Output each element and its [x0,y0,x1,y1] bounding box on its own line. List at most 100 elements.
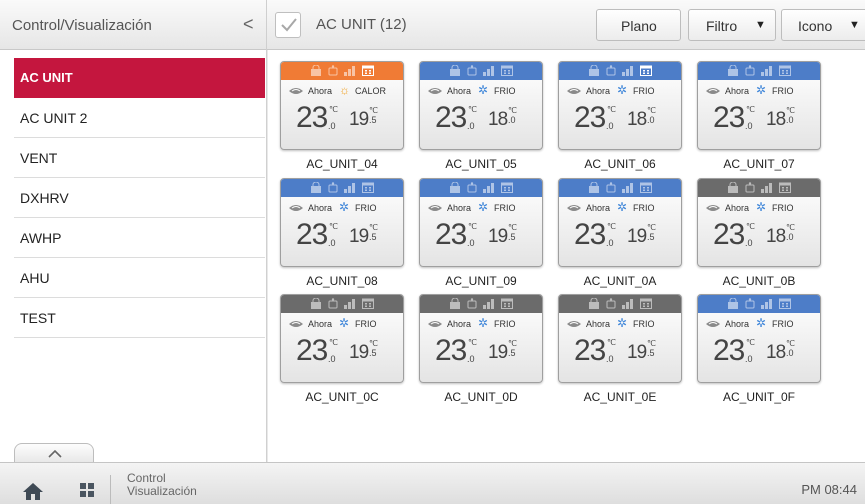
unit-card[interactable]: Ahora ✲ FRIO 23 ℃ .0 18 ℃ .0 [697,294,821,383]
sidebar-item-label: DXHRV [20,190,69,206]
unit-card[interactable]: Ahora ✲ FRIO 23 ℃ .0 18 ℃ .0 [697,61,821,150]
unit-card[interactable]: Ahora ✲ FRIO 23 ℃ .0 19 ℃ .5 [558,294,682,383]
current-temp-unit: ℃ [746,338,755,347]
current-temp: 23 [435,101,467,134]
set-temp-decimal: .5 [369,115,377,125]
current-temp-unit: ℃ [468,222,477,231]
now-label: Ahora [447,203,472,213]
set-temp-unit: ℃ [647,223,656,232]
unit-tile[interactable]: Ahora ✲ FRIO 23 ℃ .0 18 ℃ .0 AC_UNIT_06 [558,61,682,177]
sidebar-item-label: TEST [20,310,56,326]
current-temp-unit: ℃ [746,105,755,114]
set-temp-unit: ℃ [369,106,378,115]
current-temp-unit: ℃ [329,105,338,114]
set-temp-decimal: .5 [508,232,516,242]
set-temp: 18 [766,226,786,247]
mode-label: FRIO [772,86,794,96]
unit-card[interactable]: Ahora ✲ FRIO 23 ℃ .0 19 ℃ .5 [280,178,404,267]
unit-tile[interactable]: Ahora ✲ FRIO 23 ℃ .0 19 ℃ .5 AC_UNIT_0D [419,294,543,410]
signal-icon [761,183,772,193]
unit-card[interactable]: Ahora ✲ FRIO 23 ℃ .0 18 ℃ .0 [419,61,543,150]
robot-icon [606,65,616,76]
robot-icon [745,182,755,193]
collapse-sidebar-icon[interactable]: < [243,14,254,35]
chevron-up-icon [48,450,62,458]
set-temp-unit: ℃ [508,106,517,115]
snowflake-icon: ✲ [339,316,350,330]
current-temp-decimal: .0 [467,354,475,364]
unit-tile[interactable]: Ahora ✲ FRIO 23 ℃ .0 18 ℃ .0 AC_UNIT_0F [697,294,821,410]
signal-icon [622,299,633,309]
grid-icon[interactable] [80,483,94,497]
clock: PM 08:44 [801,482,857,497]
current-temp-decimal: .0 [328,354,336,364]
unit-tile[interactable]: Ahora ✲ FRIO 23 ℃ .0 19 ℃ .5 AC_UNIT_0C [280,294,404,410]
sidebar-collapse-tab[interactable] [14,443,94,463]
unit-tile[interactable]: Ahora ☼ CALOR 23 ℃ .0 19 ℃ .5 AC_UNIT_04 [280,61,404,177]
current-temp-decimal: .0 [467,121,475,131]
lock-icon [311,298,321,309]
sidebar-item-ac-unit-2[interactable]: AC UNIT 2 [14,98,265,138]
top-bar: Control/Visualización < AC UNIT (12) Pla… [0,0,865,50]
sidebar-item-test[interactable]: TEST [14,298,265,338]
select-all-checkbox[interactable] [275,12,301,38]
set-temp-unit: ℃ [369,223,378,232]
unit-card[interactable]: Ahora ✲ FRIO 23 ℃ .0 18 ℃ .0 [697,178,821,267]
plano-button[interactable]: Plano [596,9,681,41]
current-temp-decimal: .0 [745,121,753,131]
calendar-icon [640,298,652,309]
unit-card[interactable]: Ahora ☼ CALOR 23 ℃ .0 19 ℃ .5 [280,61,404,150]
set-temp: 19 [349,226,369,247]
calendar-icon [640,65,652,76]
unit-name: AC_UNIT_05 [445,157,517,171]
unit-tile[interactable]: Ahora ✲ FRIO 23 ℃ .0 18 ℃ .0 AC_UNIT_0B [697,178,821,294]
calendar-icon [779,298,791,309]
lock-icon [728,298,738,309]
mode-label: FRIO [355,319,377,329]
current-temp-unit: ℃ [607,222,616,231]
snowflake-icon: ✲ [756,200,767,214]
snowflake-icon: ✲ [478,200,489,214]
mode-label: FRIO [494,203,516,213]
unit-name: AC_UNIT_09 [445,274,517,288]
unit-card[interactable]: Ahora ✲ FRIO 23 ℃ .0 19 ℃ .5 [419,178,543,267]
unit-tile[interactable]: Ahora ✲ FRIO 23 ℃ .0 19 ℃ .5 AC_UNIT_09 [419,178,543,294]
bottom-bar: Control Visualización PM 08:44 [0,462,865,504]
sidebar-item-ac-unit[interactable]: AC UNIT [14,58,265,98]
unit-tile[interactable]: Ahora ✲ FRIO 23 ℃ .0 18 ℃ .0 AC_UNIT_07 [697,61,821,177]
sidebar: AC UNIT AC UNIT 2 VENT DXHRV AWHP AHU TE… [0,50,267,463]
now-label: Ahora [725,86,750,96]
current-temp: 23 [574,101,606,134]
sidebar-item-ahu[interactable]: AHU [14,258,265,298]
unit-card[interactable]: Ahora ✲ FRIO 23 ℃ .0 19 ℃ .5 [280,294,404,383]
current-temp-unit: ℃ [468,105,477,114]
filtro-dropdown[interactable]: Filtro ▼ [688,9,776,41]
unit-grid: Ahora ☼ CALOR 23 ℃ .0 19 ℃ .5 AC_UNIT_04 Ahora ✲ FRI… [268,50,865,462]
unit-card[interactable]: Ahora ✲ FRIO 23 ℃ .0 19 ℃ .5 [558,178,682,267]
mode-label: FRIO [633,86,655,96]
unit-tile[interactable]: Ahora ✲ FRIO 23 ℃ .0 19 ℃ .5 AC_UNIT_0E [558,294,682,410]
now-label: Ahora [586,86,611,96]
sidebar-item-dxhrv[interactable]: DXHRV [14,178,265,218]
snowflake-icon: ✲ [617,316,628,330]
current-temp: 23 [574,218,606,251]
lock-icon [728,182,738,193]
unit-tile[interactable]: Ahora ✲ FRIO 23 ℃ .0 19 ℃ .5 AC_UNIT_08 [280,178,404,294]
icono-dropdown[interactable]: Icono ▼ [781,9,865,41]
icono-dropdown-label: Icono [798,18,833,34]
airflow-icon [706,88,720,94]
airflow-icon [289,321,303,327]
current-temp-decimal: .0 [467,238,475,248]
unit-card[interactable]: Ahora ✲ FRIO 23 ℃ .0 19 ℃ .5 [419,294,543,383]
sidebar-item-vent[interactable]: VENT [14,138,265,178]
lock-icon [589,182,599,193]
unit-name: AC_UNIT_06 [584,157,656,171]
unit-tile[interactable]: Ahora ✲ FRIO 23 ℃ .0 19 ℃ .5 AC_UNIT_0A [558,178,682,294]
unit-card[interactable]: Ahora ✲ FRIO 23 ℃ .0 18 ℃ .0 [558,61,682,150]
current-temp: 23 [435,334,467,367]
home-icon[interactable] [22,482,44,500]
unit-tile[interactable]: Ahora ✲ FRIO 23 ℃ .0 18 ℃ .0 AC_UNIT_05 [419,61,543,177]
sidebar-item-awhp[interactable]: AWHP [14,218,265,258]
current-temp-unit: ℃ [746,222,755,231]
snowflake-icon: ✲ [756,83,767,97]
